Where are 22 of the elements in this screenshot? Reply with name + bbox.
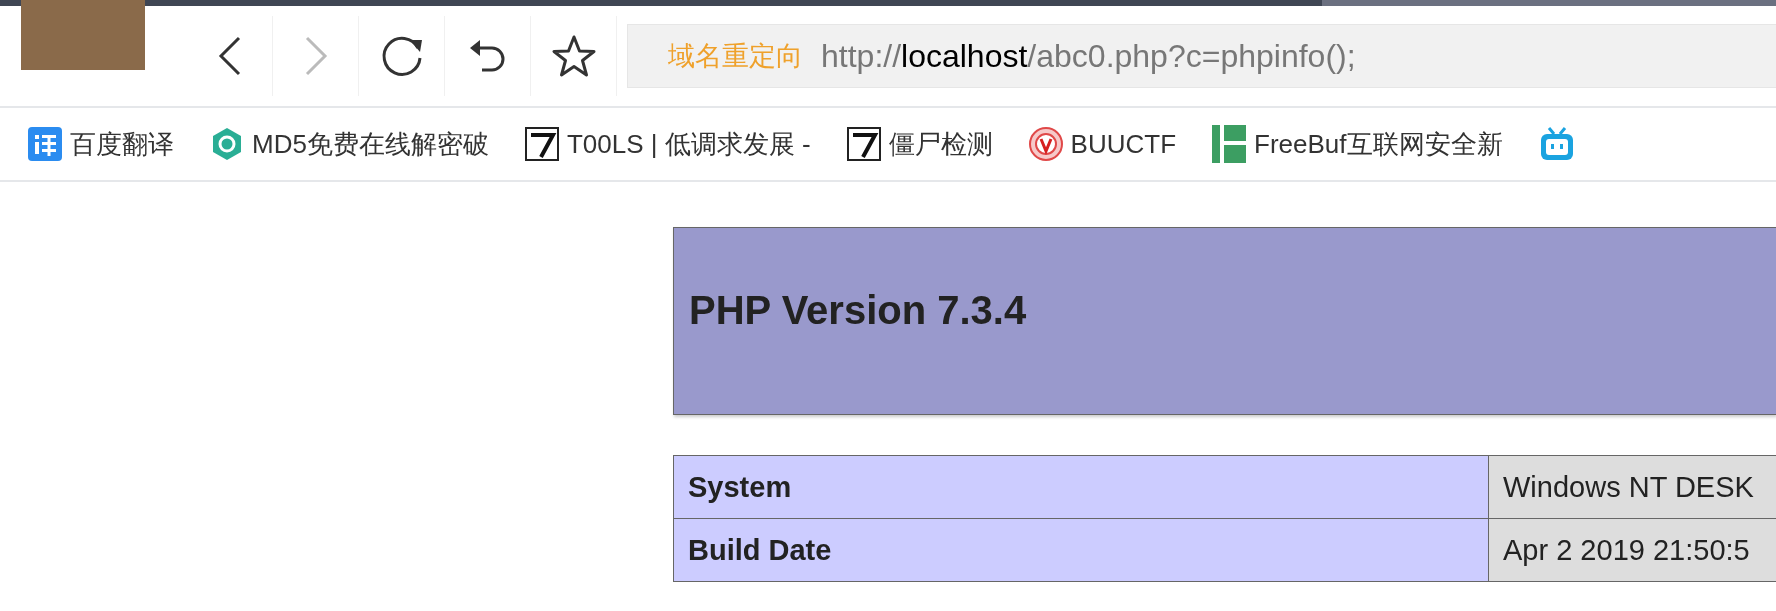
star-icon[interactable] [550,34,597,78]
translate-icon[interactable] [28,127,62,161]
version-title: PHP Version 7.3.4 [689,287,1027,333]
freebuf-logo-icon[interactable] [1212,125,1247,163]
seal-logo-icon[interactable] [1028,127,1063,161]
info-label-cell: Build Date [673,518,1489,582]
address-bar[interactable]: 域名重定向 http://localhost/abc0.php?c=phpinfo(); [627,24,1776,88]
redirect-label: 域名重定向 [668,40,803,73]
bookmark-link[interactable]: BUUCTF [1070,128,1177,160]
tv-logo-icon[interactable] [1538,126,1575,162]
seven-logo-icon[interactable] [846,127,881,161]
bookmark-link[interactable]: MD5免费在线解密破 [252,126,489,162]
bookmark-link[interactable]: 僵尸检测 [888,126,993,162]
hexagon-logo-icon[interactable] [210,127,244,161]
bookmark-link[interactable]: FreeBuf互联网安全新 [1254,126,1503,162]
info-value-cell: Windows NT DESK [1488,455,1776,519]
bookmark-link[interactable]: T00LS | 低调求发展 - [566,126,811,162]
bookmark-link[interactable]: 百度翻译 [70,126,174,162]
url-text: http://localhost/abc0.php?c=phpinfo(); [821,37,1356,75]
info-label-cell: System [673,455,1489,519]
info-value-cell: Apr 2 2019 21:50:5 [1488,518,1776,582]
seven-logo-icon[interactable] [524,127,559,161]
